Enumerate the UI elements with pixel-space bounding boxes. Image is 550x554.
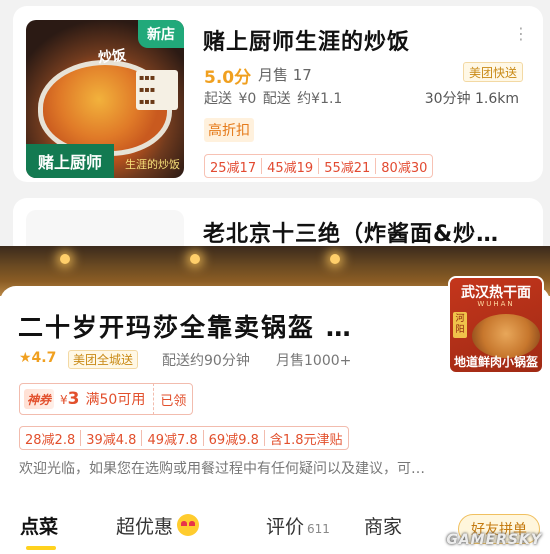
coupon-item: 55减21 xyxy=(319,158,377,176)
super-coupon-tag: 神券 xyxy=(24,389,55,409)
super-coupon[interactable]: 神券 ¥3 满50可用 已领 xyxy=(19,383,194,415)
delivery-badge: 美团全城送 xyxy=(68,350,139,369)
delivery-badge: 美团快送 xyxy=(462,62,523,82)
discount-tag: 高折扣 xyxy=(204,118,254,142)
store-name[interactable]: 老北京十三绝（炸酱面&炒… xyxy=(203,216,499,248)
delivery-time: 配送约90分钟 xyxy=(162,353,250,369)
store-notice[interactable]: 欢迎光临，如果您在选购或用餐过程中有任何疑问以及建议，可… xyxy=(19,458,489,478)
coupon-condition: 满50可用 xyxy=(85,392,146,408)
discount-list[interactable]: 28减2.8 39减4.8 49减7.8 69减9.8 含1.8元津贴 xyxy=(19,426,349,450)
coupon-list[interactable]: 25减17 45减19 55减21 80减30 xyxy=(204,154,434,178)
store-score: 5.0分 xyxy=(204,68,252,88)
allowance-item: 含1.8元津贴 xyxy=(269,432,343,448)
discount-item: 39减4.8 xyxy=(81,430,143,448)
store-card[interactable]: 炒饭 ▪▪▪ ▪▪▪ ▪▪▪ 新店 赌上厨师 生涯的炒饭 赌上厨师生涯的炒饭 ⋮ 5… xyxy=(13,6,543,182)
lamp-decoration xyxy=(330,254,340,264)
tab-label: 评价 xyxy=(266,516,305,538)
tab-reviews[interactable]: 评价 611 xyxy=(266,512,330,539)
review-count: 611 xyxy=(307,522,330,536)
store-name[interactable]: 赌上厨师生涯的炒饭 xyxy=(203,24,410,56)
store-listing: 炒饭 ▪▪▪ ▪▪▪ ▪▪▪ 新店 赌上厨师 生涯的炒饭 赌上厨师生涯的炒饭 ⋮ 5… xyxy=(0,0,550,258)
active-tab-indicator xyxy=(26,546,56,550)
discount-item: 49减7.8 xyxy=(142,430,204,448)
thumbnail-sign: 赌上厨师 xyxy=(26,144,114,178)
promo-subtitle: WUHAN xyxy=(477,300,515,308)
thumbnail-side-text: 生涯的炒饭 xyxy=(125,158,180,171)
tab-order[interactable]: 点菜 xyxy=(20,512,58,539)
time-distance: 30分钟 1.6km xyxy=(424,91,519,107)
tab-label: 超优惠 xyxy=(116,516,174,538)
thumbnail-tags: ▪▪▪ ▪▪▪ ▪▪▪ xyxy=(136,70,178,110)
coupon-claimed-status[interactable]: 已领 xyxy=(153,383,192,415)
tab-label: 点菜 xyxy=(20,516,59,538)
promo-side-label: 河阳 xyxy=(453,312,467,338)
watermark-logo: GAMERSKY xyxy=(446,532,542,548)
thumbnail-script-text: 炒饭 xyxy=(97,47,127,67)
promo-caption: 地道鲜肉小锅盔 xyxy=(453,355,538,369)
promo-dish-image xyxy=(472,314,540,358)
heart-eyes-emoji-icon xyxy=(177,514,200,536)
lamp-decoration xyxy=(190,254,200,264)
coupon-value: 3 xyxy=(67,389,80,409)
more-options-icon[interactable]: ⋮ xyxy=(513,26,529,42)
coupon-item: 80减30 xyxy=(381,160,428,176)
store-detail: 武汉热干面 WUHAN 河阳 地道鲜肉小锅盔 二十岁开玛莎全靠卖锅盔 … ★4.… xyxy=(0,246,550,554)
lamp-decoration xyxy=(60,254,70,264)
tab-merchant[interactable]: 商家 xyxy=(364,512,402,539)
store-promo-image[interactable]: 武汉热干面 WUHAN 河阳 地道鲜肉小锅盔 xyxy=(448,276,544,374)
new-store-badge: 新店 xyxy=(138,20,184,48)
store-title: 二十岁开玛莎全靠卖锅盔 … xyxy=(18,313,353,342)
monthly-sales: 月售 17 xyxy=(258,66,312,84)
coupon-item: 45减19 xyxy=(262,158,320,176)
discount-item: 28减2.8 xyxy=(20,430,82,448)
coupon-amount: ¥3 xyxy=(60,389,81,409)
tab-deals[interactable]: 超优惠 xyxy=(116,512,200,539)
tab-label: 商家 xyxy=(364,516,403,538)
store-rating: ★4.7 xyxy=(19,350,57,366)
promo-title: 武汉热干面 xyxy=(461,285,531,301)
coupon-currency: ¥ xyxy=(60,393,68,407)
monthly-sales: 月售1000+ xyxy=(276,353,352,369)
store-thumbnail[interactable]: 炒饭 ▪▪▪ ▪▪▪ ▪▪▪ 新店 赌上厨师 生涯的炒饭 xyxy=(26,20,184,178)
coupon-item: 25减17 xyxy=(205,158,263,176)
discount-item: 69减9.8 xyxy=(204,430,265,448)
delivery-fees: 起送 ¥0 配送 约¥1.1 xyxy=(204,91,343,107)
